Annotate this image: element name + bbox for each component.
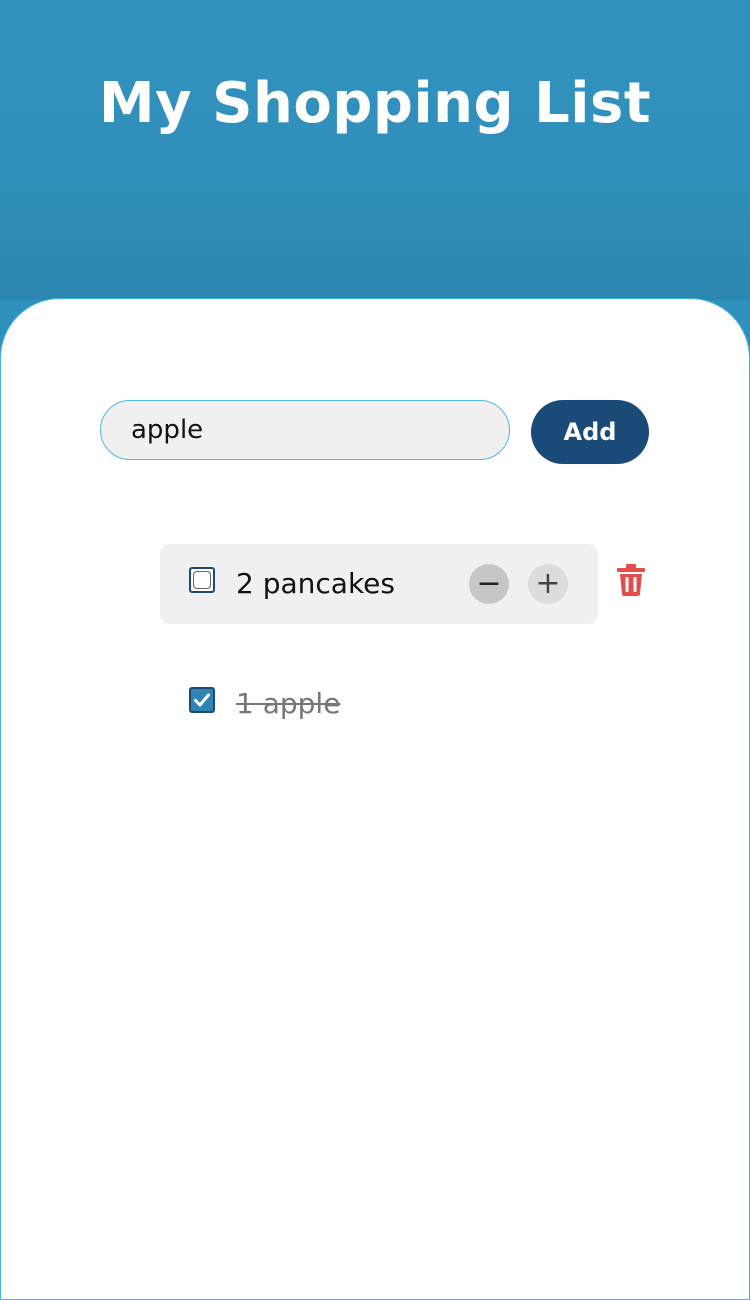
minus-icon: −: [476, 566, 502, 601]
item-checkbox[interactable]: [189, 567, 215, 593]
increase-quantity-button[interactable]: +: [528, 564, 568, 604]
item-label: 1 apple: [236, 687, 341, 720]
plus-icon: +: [535, 566, 561, 601]
item-label: 2 pancakes: [236, 567, 395, 600]
add-item-form: Add: [100, 400, 650, 464]
header: My Shopping List: [0, 0, 750, 300]
add-button[interactable]: Add: [531, 400, 649, 464]
decrease-quantity-button[interactable]: −: [469, 564, 509, 604]
page-title: My Shopping List: [98, 71, 652, 136]
delete-item-button[interactable]: [617, 564, 645, 596]
list-item: 1 apple: [160, 664, 598, 744]
checkmark-icon: [194, 693, 210, 707]
trash-icon: [617, 564, 645, 596]
item-input[interactable]: [100, 400, 510, 460]
checkbox-box: [193, 571, 211, 589]
list-item: 2 pancakes − +: [160, 544, 598, 624]
item-checkbox[interactable]: [189, 687, 215, 713]
